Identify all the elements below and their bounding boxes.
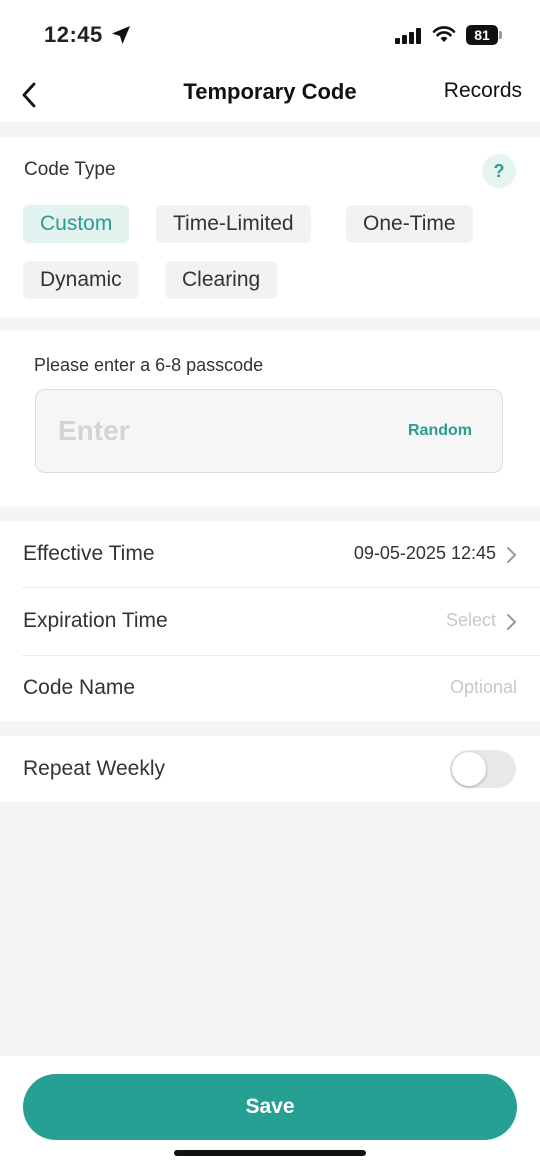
code-name-label: Code Name [23,676,136,699]
save-button[interactable]: Save [23,1074,517,1140]
repeat-weekly-toggle[interactable] [450,750,516,788]
code-name-input[interactable]: Optional [450,677,517,698]
effective-time-value: 09-05-2025 12:45 [353,543,496,563]
status-time: 12:45 [44,22,103,47]
repeat-weekly-label: Repeat Weekly [23,757,166,780]
time-settings-section: Effective Time 09-05-2025 12:45 Expirati… [0,521,540,721]
code-name-row[interactable]: Code Name Optional [0,655,540,722]
toggle-knob [452,752,486,786]
nav-bar: Temporary Code Records [0,70,540,122]
passcode-input[interactable] [58,412,358,450]
effective-time-label: Effective Time [23,542,155,565]
back-chevron-icon[interactable] [18,80,40,110]
random-button[interactable]: Random [408,422,472,440]
records-button[interactable]: Records [444,79,522,103]
home-indicator [174,1150,366,1156]
status-bar: 12:45 81 [0,0,540,70]
code-type-option-custom[interactable]: Custom [23,205,130,243]
location-arrow-icon [112,26,130,44]
expiration-time-value: Select [445,610,496,630]
code-type-option-time-limited[interactable]: Time-Limited [156,205,311,243]
code-type-section: Code Type ? Custom Time-Limited One-Time… [0,137,540,317]
passcode-label: Please enter a 6-8 passcode [34,355,264,375]
expiration-time-label: Expiration Time [23,609,168,632]
repeat-weekly-section: Repeat Weekly [0,736,540,802]
code-type-label: Code Type [24,159,116,180]
bottom-bar: Save [0,1056,540,1168]
code-type-option-one-time[interactable]: One-Time [346,205,473,243]
chevron-right-icon [507,547,516,563]
expiration-time-row[interactable]: Expiration Time Select [0,588,540,655]
chevron-right-icon [507,614,516,630]
passcode-field: Random [35,389,503,473]
passcode-section: Please enter a 6-8 passcode Random [0,331,540,507]
wifi-icon [432,26,456,42]
effective-time-row[interactable]: Effective Time 09-05-2025 12:45 [0,521,540,588]
battery-icon: 81 [466,25,502,45]
battery-level: 81 [466,25,498,45]
help-icon[interactable]: ? [482,154,516,188]
code-type-option-clearing[interactable]: Clearing [165,261,278,299]
code-type-option-dynamic[interactable]: Dynamic [23,261,139,299]
cellular-signal-icon [395,28,421,44]
